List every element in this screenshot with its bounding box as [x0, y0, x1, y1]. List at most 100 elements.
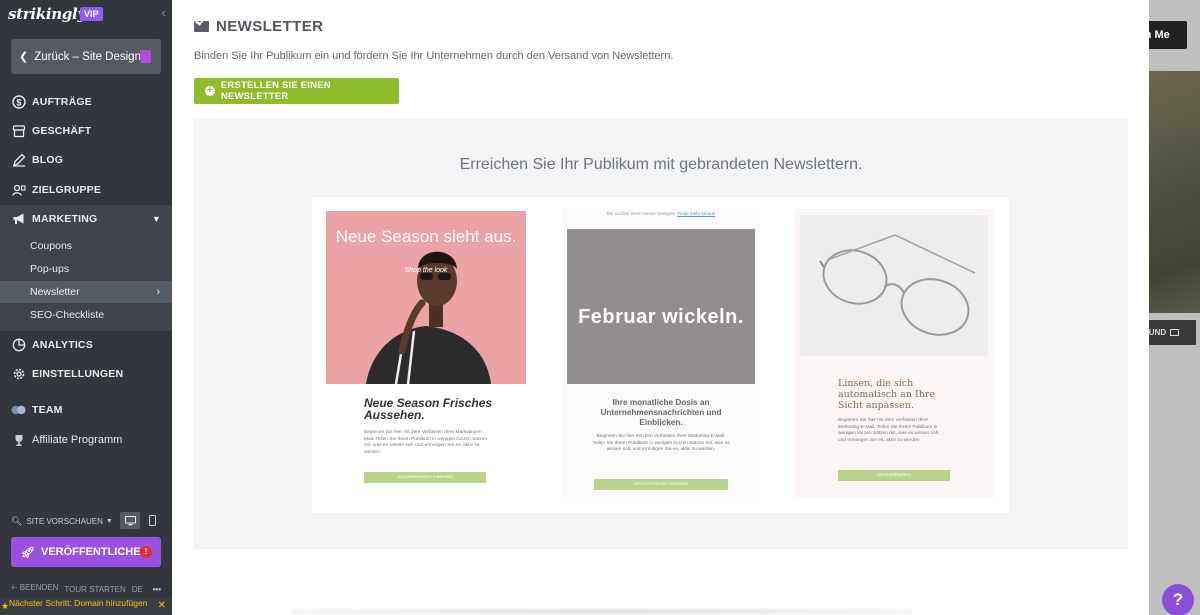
collapse-sidebar-icon[interactable]: ‹ [162, 5, 166, 20]
background-button-label: RUND [1149, 328, 1167, 337]
arrow-left-icon: 🡠 [11, 583, 18, 592]
back-button-label: Zurück – Site Design [34, 50, 141, 63]
nav-team[interactable]: TEAM [0, 396, 172, 424]
rocket-icon: 🚀︎ [21, 546, 35, 559]
showcase-heading: Erreichen Sie Ihr Publikum mit gebrandet… [459, 156, 863, 173]
submenu-popups-label: Pop-ups [30, 263, 70, 275]
more-options-icon[interactable]: ••• [153, 585, 161, 594]
template-previews: Neue Season sieht aus. Shop the look Neu… [312, 197, 1009, 513]
nav-orders-label: AUFTRÄGE [32, 96, 92, 108]
panel-header: NEWSLETTER [194, 16, 323, 36]
star-icon: ★ [1, 601, 10, 611]
plus-circle-icon: + [205, 85, 215, 96]
submenu-popups[interactable]: Pop-ups [0, 258, 172, 280]
desktop-preview-icon[interactable] [120, 512, 140, 529]
fashion-heading: Neue Season Frisches Aussehen. [364, 396, 493, 422]
template-card-eyewear: Linsen, die sich automatisch an Ihre Sic… [794, 209, 994, 497]
nav-store-label: GESCHÄFT [32, 125, 92, 137]
company-hero-text: Februar wickeln. [578, 306, 744, 328]
nav-audience-label: ZIELGRUPPE [32, 184, 102, 196]
close-icon[interactable]: ✕ [158, 601, 166, 611]
submenu-coupons[interactable]: Coupons [0, 235, 172, 257]
nav-affiliate[interactable]: Affiliate Programm [0, 426, 172, 454]
company-top-link: Finde mehr heraus [677, 211, 716, 216]
publish-label: VERÖFFENTLICHEN [40, 546, 149, 558]
nav-orders[interactable]: $ AUFTRÄGE [0, 88, 172, 116]
nav-blog[interactable]: BLOG [0, 146, 172, 174]
help-button[interactable]: ? [1162, 584, 1194, 615]
strikingly-logo[interactable]: strikingly [8, 5, 86, 23]
submenu-newsletter[interactable]: Newsletter › [0, 281, 172, 303]
audience-icon [11, 183, 26, 198]
eyewear-body: Beginnen Sie hier mit dem Verfassen Ihre… [838, 418, 940, 443]
fashion-body: Beginnen Sie hier mit dem Verfassen Ihre… [364, 430, 488, 455]
svg-text:$: $ [16, 98, 21, 108]
panel-description: Binden Sie Ihr Publikum ein und fördern … [194, 50, 674, 62]
nav-settings-label: EINSTELLUNGEN [32, 368, 124, 380]
template-card-company-news: Wir suchen einen Senior Designer. Finde … [562, 209, 760, 497]
company-heading: Ihre monatliche Dosis an Unternehmensnac… [600, 398, 722, 427]
logo-row: strikingly VIP ‹ [8, 5, 168, 23]
submenu-newsletter-label: Newsletter [30, 286, 80, 298]
eyewear-cta-button: MEHR ERFAHREN [838, 470, 950, 481]
bottom-links: 🡠 BEENDEN TOUR STARTEN DE ••• [11, 583, 161, 595]
fashion-cta-button: SONDERANGEBOT EINSEHEN [364, 472, 486, 483]
fashion-hero-subtext: Shop the look [404, 267, 448, 274]
pen-icon [11, 153, 26, 168]
language-switch[interactable]: DE [132, 585, 143, 594]
exit-label: BEENDEN [19, 583, 59, 592]
company-top-line: Wir suchen einen Senior Designer. Finde … [562, 211, 760, 216]
company-top-text: Wir suchen einen Senior Designer. [606, 211, 677, 216]
analytics-icon [11, 338, 26, 353]
panel-bottom-shadow [292, 608, 912, 615]
site-design-icon [140, 50, 151, 63]
chevron-down-icon: ▼ [151, 214, 161, 224]
submenu-coupons-label: Coupons [30, 240, 73, 252]
create-newsletter-label: ERSTELLEN SIE EINEN NEWSLETTER [220, 80, 331, 102]
exit-link[interactable]: 🡠 BEENDEN [11, 582, 58, 596]
next-step-label: Nächster Schritt: Domain hinzufügen [9, 598, 148, 608]
site-contact-button[interactable]: th Me [1149, 21, 1187, 49]
nav-analytics[interactable]: ANALYTICS [0, 331, 172, 359]
create-newsletter-button[interactable]: + ERSTELLEN SIE EINEN NEWSLETTER [194, 78, 399, 104]
nav-blog-label: BLOG [32, 154, 64, 166]
site-preview-dropdown[interactable]: SITE VORSCHAUEN [26, 517, 102, 526]
company-body: Beginnen Sie hier mit dem Verfassen Ihre… [592, 434, 730, 452]
nav-settings[interactable]: EINSTELLUNGEN [0, 360, 172, 388]
next-step-bar[interactable]: ★ Nächster Schritt: Domain hinzufügen ✕ [0, 598, 172, 615]
background-edit-button[interactable]: RUND [1149, 320, 1196, 345]
company-hero-block: Februar wickeln. [567, 229, 755, 384]
team-avatars-icon [11, 403, 26, 418]
nav-affiliate-label: Affiliate Programm [32, 434, 123, 446]
nav-marketing-label: MARKETING [32, 213, 98, 225]
vip-badge: VIP [80, 7, 103, 21]
publish-alert-badge: ! [140, 546, 152, 558]
sidebar: strikingly VIP ‹ ❮ Zurück – Site Design … [0, 0, 172, 615]
start-tour-link[interactable]: TOUR STARTEN [64, 585, 125, 594]
company-cta-button: LETZTES PROJEKT ANSEHEN [594, 479, 728, 490]
nav-marketing[interactable]: MARKETING ▼ [0, 205, 172, 233]
fashion-hero-text: Neue Season sieht aus. [335, 227, 517, 246]
site-hero-image [1149, 71, 1200, 313]
eyeglasses-illustration [819, 234, 976, 336]
search-icon: 🔍︎ [11, 515, 23, 526]
chevron-right-icon: › [156, 286, 160, 298]
site-preview-background: th Me RUND ? [1149, 0, 1200, 615]
gear-icon [11, 367, 26, 382]
nav-audience[interactable]: ZIELGRUPPE [0, 176, 172, 204]
back-to-site-design-button[interactable]: ❮ Zurück – Site Design [11, 39, 161, 74]
publish-button[interactable]: 🚀︎ VERÖFFENTLICHEN ! [11, 537, 161, 567]
eyewear-heading: Linsen, die sich automatisch an Ihre Sic… [838, 378, 936, 411]
store-icon [11, 124, 26, 139]
submenu-seo-checklist[interactable]: SEO-Checkliste [0, 304, 172, 326]
fashion-hero-image: Neue Season sieht aus. Shop the look [326, 211, 526, 384]
mobile-preview-icon[interactable] [142, 512, 162, 529]
trophy-icon [11, 433, 26, 448]
site-preview-row: 🔍︎ SITE VORSCHAUEN ▼ [11, 512, 161, 530]
newsletter-panel: NEWSLETTER Binden Sie Ihr Publikum ein u… [172, 0, 1149, 615]
nav-team-label: TEAM [32, 404, 63, 416]
newsletter-showcase: Erreichen Sie Ihr Publikum mit gebrandet… [194, 119, 1128, 549]
chevron-down-icon: ▼ [105, 517, 113, 525]
template-card-fashion: Neue Season sieht aus. Shop the look Neu… [326, 209, 526, 497]
nav-store[interactable]: GESCHÄFT [0, 117, 172, 145]
